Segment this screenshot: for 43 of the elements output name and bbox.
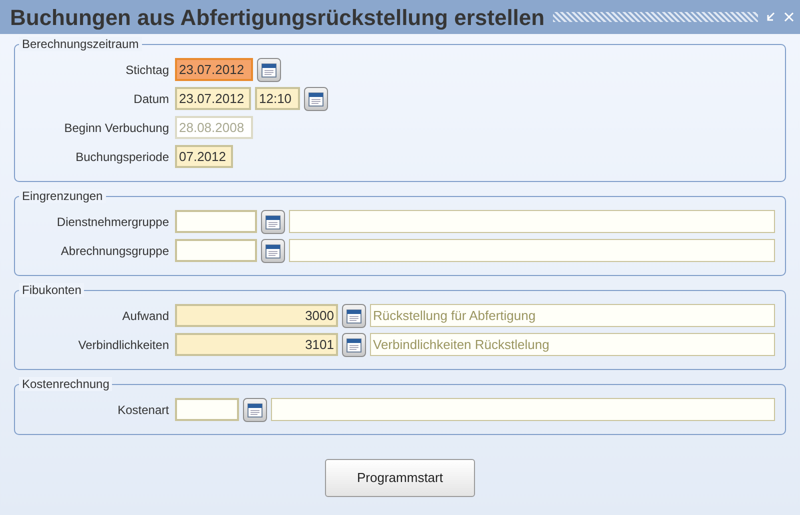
calendar-icon [265,242,281,258]
calendar-button[interactable] [304,86,328,110]
calendar-icon [265,214,281,230]
field-label: Aufwand [121,308,170,324]
input-field[interactable] [271,398,775,421]
input-field[interactable] [289,239,775,262]
field-label: Verbindlichkeiten [77,336,170,354]
section-title: Kostenrechnung [19,377,112,391]
input-field[interactable]: 3000 [175,304,338,327]
field-label: Datum [132,90,170,108]
field-label: Beginn Verbuchung [63,120,170,136]
input-field[interactable] [175,398,239,421]
input-field[interactable]: 12:10 [255,87,300,110]
close-icon[interactable] [784,12,794,22]
calendar-icon [247,402,263,418]
window-title: Buchungen aus Abfertigungsrückstellung erstellen [10,4,545,32]
field-label: Kostenart [116,402,170,418]
calendar-button[interactable] [342,304,366,328]
field-label: Dienstnehmergruppe [56,214,170,230]
calendar-button[interactable] [257,58,281,82]
calendar-button[interactable] [243,398,267,422]
field-label: Abrechnungsgruppe [60,242,170,260]
calendar-icon [261,62,277,78]
input-field[interactable]: 23.07.2012 [175,58,253,81]
input-field[interactable]: 07.2012 [175,145,233,168]
section-title: Berechnungszeitraum [19,37,142,51]
input-field[interactable]: 23.07.2012 [175,87,251,110]
input-field[interactable] [175,210,257,233]
calendar-icon [346,308,362,324]
section-title: Fibukonten [19,283,84,297]
input-field[interactable]: 3101 [175,333,338,356]
calendar-button[interactable] [342,332,366,356]
calendar-button[interactable] [261,210,285,234]
start-button[interactable]: Programmstart [325,459,475,497]
calendar-icon [346,336,362,352]
input-field[interactable] [175,239,257,262]
input-field[interactable] [289,210,775,233]
field-label: Stichtag [124,62,170,78]
calendar-icon [308,90,324,106]
field-label: Buchungsperiode [74,148,170,166]
calendar-button[interactable] [261,238,285,262]
minimize-icon[interactable] [766,12,776,22]
section-title: Eingrenzungen [19,189,106,203]
